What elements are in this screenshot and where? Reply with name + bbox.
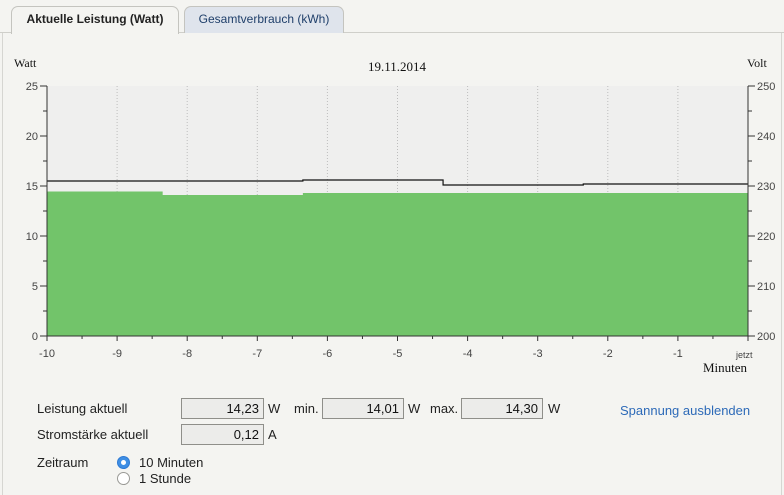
radio-10-minuten-label[interactable]: 10 Minuten xyxy=(139,455,203,470)
x-tick-label: -4 xyxy=(463,348,473,360)
spannung-ausblenden-link[interactable]: Spannung ausblenden xyxy=(620,403,750,418)
radio-10-minuten[interactable] xyxy=(117,456,130,469)
max-unit: W xyxy=(548,401,561,416)
strom-value-field: 0,12 xyxy=(181,424,264,445)
tab-bar: Aktuelle Leistung (Watt) Gesamtverbrauch… xyxy=(0,0,784,34)
min-unit: W xyxy=(408,401,421,416)
strom-unit: A xyxy=(268,427,277,442)
x-tick-label: -6 xyxy=(323,348,333,360)
series-area-watt xyxy=(47,191,748,336)
x-tick-label: -9 xyxy=(112,348,122,360)
y-left-tick-label: 20 xyxy=(26,131,38,143)
strom-label: Stromstärke aktuell xyxy=(37,427,149,442)
x-tick-label: -7 xyxy=(252,348,262,360)
tab-gesamtverbrauch[interactable]: Gesamtverbrauch (kWh) xyxy=(184,6,344,33)
y-right-tick-label: 220 xyxy=(757,231,775,243)
y-left-axis-label: Watt xyxy=(14,56,37,70)
y-left-tick-label: 10 xyxy=(26,231,38,243)
y-right-tick-label: 210 xyxy=(757,281,775,293)
y-left-tick-label: 0 xyxy=(32,331,38,343)
chart-title-date: 19.11.2014 xyxy=(368,59,427,74)
y-left-tick-label: 5 xyxy=(32,281,38,293)
x-tick-label: jetzt xyxy=(735,350,753,360)
min-label: min. xyxy=(294,401,319,416)
radio-1-stunde-label[interactable]: 1 Stunde xyxy=(139,471,191,486)
zeitraum-label: Zeitraum xyxy=(37,455,89,470)
x-axis-label: Minuten xyxy=(703,360,748,375)
y-right-tick-label: 250 xyxy=(757,81,775,93)
y-right-tick-label: 200 xyxy=(757,331,775,343)
chart-svg: 0 5 10 15 20 25 200 210 220 230 240 250 -10 -9 -8 -7 -6 -… xyxy=(14,56,775,375)
x-tick-label: -8 xyxy=(182,348,192,360)
tab-aktuelle-leistung[interactable]: Aktuelle Leistung (Watt) xyxy=(11,6,179,34)
leistung-unit: W xyxy=(268,401,281,416)
min-value-field: 14,01 xyxy=(322,398,404,419)
leistung-value-field: 14,23 xyxy=(181,398,264,419)
leistung-label: Leistung aktuell xyxy=(37,401,128,416)
power-chart: 0 5 10 15 20 25 200 210 220 230 240 250 -10 -9 -8 -7 -6 -… xyxy=(0,40,784,385)
y-left-tick-label: 25 xyxy=(26,81,38,93)
x-tick-label: -3 xyxy=(533,348,543,360)
y-right-tick-label: 240 xyxy=(757,131,775,143)
y-left-tick-label: 15 xyxy=(26,181,38,193)
y-right-axis-label: Volt xyxy=(747,56,767,70)
max-value-field: 14,30 xyxy=(461,398,543,419)
radio-1-stunde[interactable] xyxy=(117,472,130,485)
x-tick-label: -1 xyxy=(673,348,683,360)
x-tick-label: -10 xyxy=(39,348,55,360)
x-tick-label: -5 xyxy=(393,348,403,360)
x-tick-label: -2 xyxy=(603,348,613,360)
y-right-tick-label: 230 xyxy=(757,181,775,193)
max-label: max. xyxy=(430,401,459,416)
